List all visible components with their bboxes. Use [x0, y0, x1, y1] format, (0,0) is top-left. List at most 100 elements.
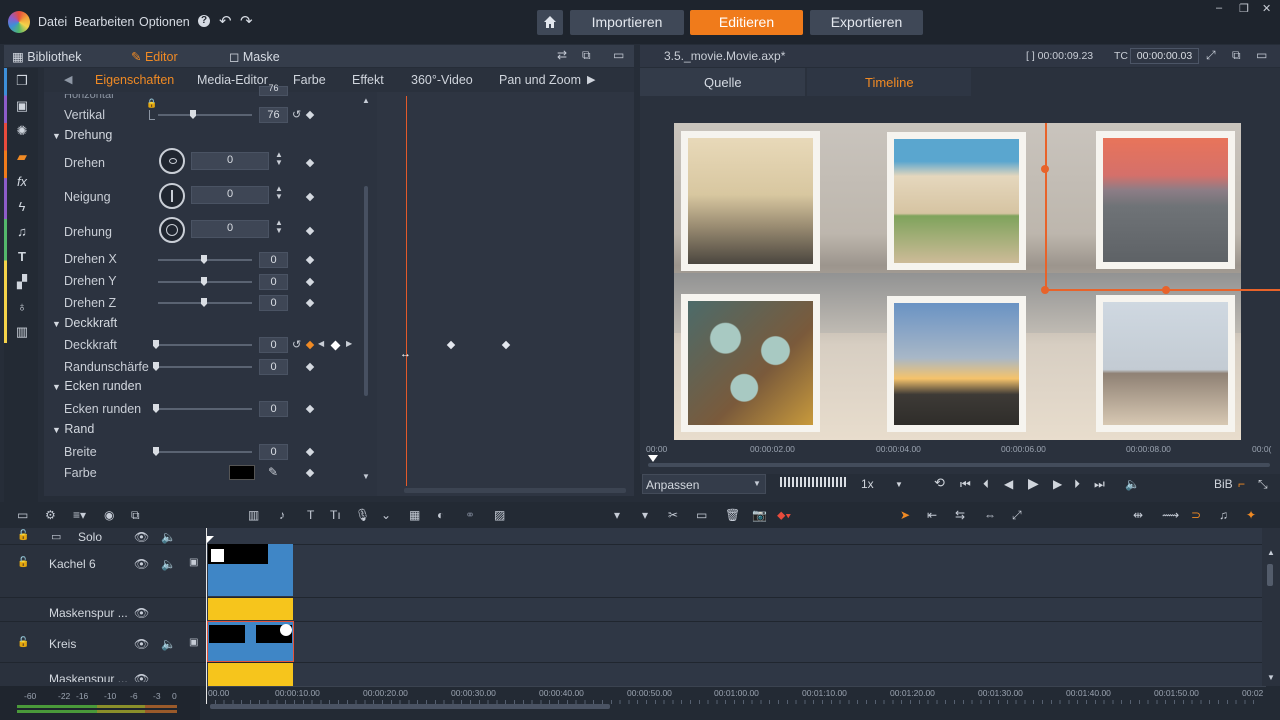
snap-icon[interactable]: ◉	[104, 508, 114, 522]
marker-out-icon[interactable]: ▾	[642, 508, 648, 522]
drehen-dial[interactable]	[159, 148, 185, 174]
trash-icon[interactable]: 🗑	[725, 508, 740, 522]
drehen-x-value[interactable]: 0	[259, 252, 288, 268]
music-icon[interactable]: ♫	[15, 225, 29, 239]
tab-pan-und-zoom[interactable]: Pan und Zoom	[499, 73, 581, 87]
ecken-section[interactable]: ▼ Ecken runden	[52, 379, 142, 393]
lock-icon[interactable]: 🔓	[17, 530, 29, 541]
editor-tab[interactable]: ✎ Editor	[131, 49, 178, 64]
vertikal-value[interactable]: 76	[259, 107, 288, 123]
voiceover-icon[interactable]: 🎙	[355, 508, 370, 522]
paint-icon[interactable]: ▞	[15, 275, 29, 289]
timeline-h-scrollbar[interactable]	[210, 704, 610, 709]
library-tab[interactable]: ▦ Bibliothek	[12, 49, 82, 64]
music-gen-icon[interactable]: ♪	[279, 508, 285, 522]
scroll-up-icon[interactable]: ▲	[362, 96, 370, 105]
tab-media-editor[interactable]: Media-Editor	[197, 73, 268, 87]
settings-icon[interactable]: ⚙	[45, 508, 56, 522]
eye-icon[interactable]: 👁	[134, 530, 149, 544]
ducking-icon[interactable]: ⌄	[381, 508, 391, 522]
ripple-mode-icon[interactable]: ⟿	[1162, 508, 1179, 522]
slip-icon[interactable]: ⇆	[955, 508, 965, 522]
magic-icon[interactable]: ✦	[1246, 508, 1256, 522]
tab-scroll-left-icon[interactable]: ◀	[64, 73, 72, 86]
drehung-value[interactable]: 0	[191, 220, 269, 238]
slide-icon[interactable]: ⇔	[984, 508, 996, 522]
link-icon[interactable]: ⚭	[465, 508, 475, 522]
pointer-icon[interactable]: ➤	[900, 508, 910, 522]
clip-kreis[interactable]	[207, 621, 294, 662]
speed-value[interactable]: 1x	[861, 477, 874, 491]
speaker-icon[interactable]: 🔈	[161, 637, 176, 651]
step-back-icon[interactable]: ◀	[1004, 477, 1013, 491]
preview-scrub-bar[interactable]	[648, 463, 1270, 467]
fit-dropdown[interactable]: Anpassen ▼	[642, 474, 766, 494]
tab-farbe[interactable]: Farbe	[293, 73, 326, 87]
selection-handle[interactable]	[1041, 165, 1049, 173]
jog-shuttle[interactable]	[780, 477, 848, 487]
play-icon[interactable]: ▶	[1028, 475, 1039, 492]
selection-guide-vertical[interactable]	[1045, 123, 1047, 291]
eyedropper-icon[interactable]: ✎	[268, 465, 278, 479]
drehen-z-value[interactable]: 0	[259, 295, 288, 311]
snapshot-icon[interactable]: 📷	[752, 508, 767, 522]
eye-icon[interactable]: 👁	[134, 606, 149, 620]
stretch-icon[interactable]: ⤢	[1012, 508, 1022, 523]
loop-icon[interactable]: ⟲	[934, 475, 945, 491]
app-logo[interactable]	[8, 11, 30, 33]
redo-icon[interactable]: ↷	[240, 12, 253, 30]
folder-icon[interactable]: ▰	[15, 150, 29, 164]
randunschaerfe-value[interactable]: 0	[259, 359, 288, 375]
deckkraft-slider[interactable]	[158, 344, 252, 346]
vertikal-slider[interactable]	[158, 114, 252, 116]
menu-datei[interactable]: Datei	[38, 15, 67, 29]
ecken-slider[interactable]	[158, 408, 252, 410]
track-options-icon[interactable]: ≡▾	[73, 508, 86, 522]
tab-eigenschaften[interactable]: Eigenschaften	[95, 73, 174, 87]
next-keyframe-icon[interactable]: ▶	[346, 339, 352, 348]
lock-icon[interactable]: 🔒	[146, 98, 157, 109]
edit-button[interactable]: Editieren	[690, 10, 803, 35]
clip-kachel6[interactable]	[208, 544, 293, 596]
undo-icon[interactable]: ↶	[219, 12, 232, 30]
step-forward-icon[interactable]: ▶	[1053, 477, 1062, 491]
tab-effekt[interactable]: Effekt	[352, 73, 384, 87]
mask-tab[interactable]: ◻ Maske	[229, 49, 280, 64]
marker-icon[interactable]: ⬥▾	[777, 508, 791, 523]
montage-icon[interactable]: ▥	[15, 325, 29, 339]
magnet-icon[interactable]: ⊃	[1191, 508, 1201, 522]
timeline-playhead-handle[interactable]	[207, 536, 214, 543]
montage-tool-icon[interactable]: ▦	[409, 508, 420, 522]
audio-scrub-icon[interactable]: ♫	[1219, 508, 1228, 522]
ecken-value[interactable]: 0	[259, 401, 288, 417]
tab-quelle[interactable]: Quelle	[704, 75, 742, 90]
selection-handle[interactable]	[1162, 286, 1170, 294]
move-icon[interactable]: ⇹	[1133, 508, 1143, 522]
scroll-up-icon[interactable]: ▲	[1267, 548, 1275, 557]
popout-icon[interactable]: ⧉	[582, 48, 591, 63]
drehung-stepper[interactable]: ▲ ▼	[275, 219, 283, 235]
scroll-down-icon[interactable]: ▼	[362, 472, 370, 481]
title-tool-icon[interactable]: T	[307, 508, 314, 522]
drehung-section[interactable]: ▼ Drehung	[52, 128, 112, 142]
go-end-icon[interactable]: ⏭	[1094, 477, 1105, 492]
drehen-stepper[interactable]: ▲ ▼	[275, 151, 283, 167]
title-icon[interactable]: T	[15, 250, 29, 264]
home-button[interactable]	[537, 10, 563, 35]
color-wheel-icon[interactable]: ✺	[15, 124, 29, 138]
tab-scroll-right-icon[interactable]: ▶	[587, 73, 595, 86]
menu-optionen[interactable]: Optionen	[139, 15, 190, 29]
lock-icon[interactable]: 🔓	[17, 637, 29, 648]
mask-clip[interactable]	[208, 598, 293, 620]
mask-clip[interactable]	[208, 663, 293, 686]
help-icon[interactable]: ?	[198, 15, 210, 27]
maximize-icon[interactable]: ❐	[1239, 2, 1249, 15]
speed-chevron-icon[interactable]: ▼	[895, 480, 903, 489]
speaker-icon[interactable]: 🔈	[161, 530, 176, 544]
tab-timeline[interactable]: Timeline	[865, 75, 914, 90]
expand-icon[interactable]: ⤡	[1258, 477, 1268, 492]
eye-icon[interactable]: 👁	[134, 557, 149, 571]
reset-icon[interactable]: ↺	[292, 338, 301, 351]
media-icon[interactable]: ▣	[15, 99, 29, 113]
deckkraft-value[interactable]: 0	[259, 337, 288, 353]
